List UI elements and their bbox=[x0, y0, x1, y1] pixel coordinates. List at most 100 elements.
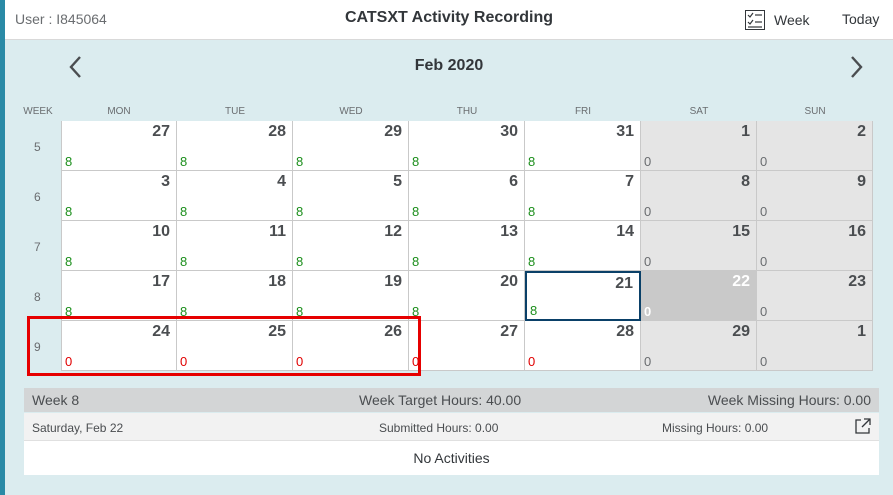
day-header-thu: THU bbox=[456, 106, 478, 117]
day-hours: 8 bbox=[296, 204, 304, 219]
calendar-day-cell[interactable]: 19 8 bbox=[293, 271, 409, 321]
selected-date: Saturday, Feb 22 bbox=[32, 421, 124, 435]
day-hours: 8 bbox=[296, 254, 304, 269]
calendar-day-cell[interactable]: 78 bbox=[525, 171, 641, 221]
calendar-day-cell[interactable]: 30 8 bbox=[409, 121, 525, 171]
day-hours: 0 bbox=[760, 304, 768, 319]
calendar-day-cell[interactable]: 10 bbox=[757, 321, 873, 371]
day-hours: 0 bbox=[644, 354, 652, 369]
day-detail-bar: Saturday, Feb 22 Submitted Hours: 0.00 M… bbox=[24, 413, 879, 441]
calendar-day-cell[interactable]: 10 bbox=[641, 121, 757, 171]
day-header-sun: SUN bbox=[804, 106, 826, 117]
day-number: 7 bbox=[625, 173, 634, 190]
day-number: 24 bbox=[152, 323, 170, 340]
day-number: 9 bbox=[857, 173, 866, 190]
day-number: 15 bbox=[732, 223, 750, 240]
day-header-wed: WED bbox=[339, 106, 363, 117]
day-hours: 0 bbox=[760, 354, 768, 369]
calendar-day-cell[interactable]: 48 bbox=[177, 171, 293, 221]
day-number: 8 bbox=[741, 173, 750, 190]
week-number: 9 bbox=[34, 340, 41, 354]
day-number: 18 bbox=[268, 273, 286, 290]
day-hours: 8 bbox=[528, 204, 536, 219]
day-hours: 8 bbox=[65, 254, 73, 269]
calendar-day-cell[interactable]: 80 bbox=[641, 171, 757, 221]
day-number: 28 bbox=[616, 323, 634, 340]
day-number: 17 bbox=[152, 273, 170, 290]
calendar-day-cell[interactable]: 16 0 bbox=[757, 221, 873, 271]
calendar-day-cell[interactable]: 28 8 bbox=[177, 121, 293, 171]
day-number: 19 bbox=[384, 273, 402, 290]
calendar-day-cell[interactable]: 31 8 bbox=[525, 121, 641, 171]
day-number: 1 bbox=[857, 323, 866, 340]
week-column-header: WEEK bbox=[23, 106, 53, 117]
calendar-day-cell[interactable]: 24 0 bbox=[61, 321, 177, 371]
calendar-day-cell[interactable]: 10 8 bbox=[61, 221, 177, 271]
day-number: 31 bbox=[616, 123, 634, 140]
day-hours: 8 bbox=[530, 303, 538, 318]
calendar-day-cell[interactable]: 21 8 bbox=[525, 271, 641, 321]
calendar-day-cell[interactable]: 68 bbox=[409, 171, 525, 221]
next-month-button[interactable] bbox=[844, 54, 868, 80]
day-hours: 0 bbox=[528, 354, 536, 369]
day-header-mon: MON bbox=[107, 106, 131, 117]
calendar-day-cell[interactable]: 17 8 bbox=[61, 271, 177, 321]
day-number: 27 bbox=[152, 123, 170, 140]
calendar-day-cell[interactable]: 38 bbox=[61, 171, 177, 221]
day-number: 27 bbox=[500, 323, 518, 340]
calendar-day-cell[interactable]: 18 8 bbox=[177, 271, 293, 321]
day-hours: 0 bbox=[760, 204, 768, 219]
day-number: 16 bbox=[848, 223, 866, 240]
day-hours: 0 bbox=[296, 354, 304, 369]
day-hours: 0 bbox=[760, 254, 768, 269]
app-header: User : I845064 CATSXT Activity Recording… bbox=[5, 0, 893, 40]
week-view-button[interactable]: Week bbox=[745, 8, 810, 32]
calendar-day-cell[interactable]: 20 8 bbox=[409, 271, 525, 321]
day-hours: 0 bbox=[760, 154, 768, 169]
day-number: 2 bbox=[857, 123, 866, 140]
user-label: User : I845064 bbox=[15, 11, 107, 27]
day-number: 12 bbox=[384, 223, 402, 240]
day-hours: 8 bbox=[180, 154, 188, 169]
calendar-day-cell[interactable]: 29 8 bbox=[293, 121, 409, 171]
calendar-day-cell[interactable]: 13 8 bbox=[409, 221, 525, 271]
calendar-day-cell[interactable]: 11 8 bbox=[177, 221, 293, 271]
day-number: 29 bbox=[384, 123, 402, 140]
calendar-day-cell[interactable]: 26 0 bbox=[293, 321, 409, 371]
calendar-day-cell[interactable]: 22 0 bbox=[641, 271, 757, 321]
day-hours: 8 bbox=[296, 154, 304, 169]
calendar-day-cell[interactable]: 20 bbox=[757, 121, 873, 171]
calendar-day-cell[interactable]: 27 8 bbox=[61, 121, 177, 171]
calendar-day-cell[interactable]: 14 8 bbox=[525, 221, 641, 271]
calendar-day-cell[interactable]: 15 0 bbox=[641, 221, 757, 271]
no-activities-message: No Activities bbox=[24, 441, 879, 475]
day-hours: 8 bbox=[65, 204, 73, 219]
calendar-day-cell[interactable]: 12 8 bbox=[293, 221, 409, 271]
day-hours: 8 bbox=[528, 254, 536, 269]
today-button[interactable]: Today bbox=[842, 11, 879, 27]
export-icon[interactable] bbox=[854, 417, 872, 435]
week-missing-hours: Week Missing Hours: 0.00 bbox=[707, 392, 871, 408]
day-hours: 8 bbox=[412, 304, 420, 319]
day-hours: 0 bbox=[644, 204, 652, 219]
month-title: Feb 2020 bbox=[414, 57, 484, 74]
day-hours: 0 bbox=[644, 154, 652, 169]
day-hours: 8 bbox=[65, 304, 73, 319]
day-number: 13 bbox=[500, 223, 518, 240]
day-hours: 8 bbox=[412, 254, 420, 269]
day-number: 1 bbox=[741, 123, 750, 140]
calendar-day-cell[interactable]: 27 0 bbox=[409, 321, 525, 371]
day-number: 25 bbox=[268, 323, 286, 340]
week-number: 8 bbox=[34, 290, 41, 304]
calendar-day-cell[interactable]: 90 bbox=[757, 171, 873, 221]
day-hours: 0 bbox=[412, 354, 420, 369]
day-hours: 8 bbox=[412, 204, 420, 219]
day-hours: 8 bbox=[180, 304, 188, 319]
calendar-day-cell[interactable]: 58 bbox=[293, 171, 409, 221]
calendar-day-cell[interactable]: 28 0 bbox=[525, 321, 641, 371]
calendar-day-cell[interactable]: 25 0 bbox=[177, 321, 293, 371]
calendar-day-cell[interactable]: 23 0 bbox=[757, 271, 873, 321]
day-hours: 8 bbox=[528, 154, 536, 169]
day-header-tue: TUE bbox=[225, 106, 245, 117]
calendar-day-cell[interactable]: 29 0 bbox=[641, 321, 757, 371]
